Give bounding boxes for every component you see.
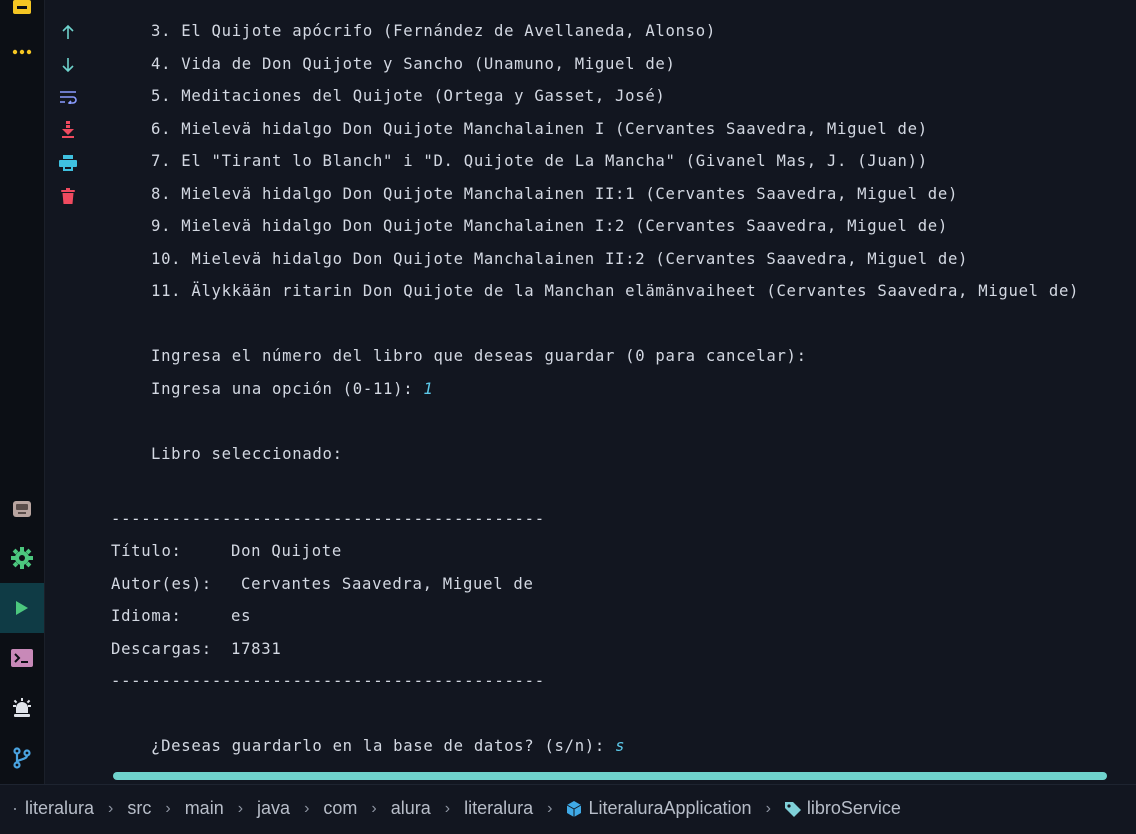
arrow-down-icon[interactable] [57, 54, 79, 76]
terminal-icon[interactable] [7, 643, 37, 673]
book-list-item: 4. Vida de Don Quijote y Sancho (Unamuno… [151, 55, 676, 73]
print-icon[interactable] [57, 152, 79, 174]
downloads-value: 17831 [231, 640, 282, 658]
scroll-to-end-icon[interactable] [57, 119, 79, 141]
chevron-right-icon: › [547, 799, 553, 817]
selected-book-header: Libro seleccionado: [151, 445, 343, 463]
breadcrumb-item[interactable]: libroService [806, 798, 902, 819]
breadcrumb-item[interactable]: com [322, 798, 358, 819]
breadcrumb-item[interactable]: LiteraluraApplication [587, 798, 752, 819]
language-label: Idioma: [111, 607, 182, 625]
author-row: Autor(es): Cervantes Saavedra, Miguel de [111, 573, 534, 595]
confirm-input: s [615, 737, 626, 755]
chevron-right-icon: › [237, 799, 244, 817]
console-toolbar [45, 0, 93, 784]
language-value: es [231, 607, 252, 625]
book-list-item: 10. Mielevä hidalgo Don Quijote Manchala… [151, 250, 969, 268]
option-prompt: Ingresa una opción (0-11): [151, 380, 424, 398]
settings-icon[interactable] [7, 543, 37, 573]
author-label: Autor(es): [111, 575, 212, 593]
breadcrumb: · literalura › src › main › java › com ›… [12, 798, 902, 819]
trash-icon[interactable] [57, 185, 79, 207]
soft-wrap-icon[interactable] [57, 86, 79, 108]
divider-bottom: ----------------------------------------… [111, 672, 545, 690]
book-list-item: 3. El Quijote apócrifo (Fernández de Ave… [151, 22, 716, 40]
option-prompt-line: Ingresa una opción (0-11): 1 [151, 378, 433, 400]
bookmark-icon[interactable] [7, 0, 37, 20]
breadcrumb-item[interactable]: java [256, 798, 291, 819]
book-list-item: 8. Mielevä hidalgo Don Quijote Manchalai… [151, 185, 959, 203]
field-tag-icon [784, 800, 802, 818]
book-list-item: 6. Mielevä hidalgo Don Quijote Manchalai… [151, 120, 928, 138]
console-output[interactable]: 3. El Quijote apócrifo (Fernández de Ave… [93, 0, 1133, 784]
downloads-row: Descargas: 17831 [111, 638, 281, 660]
book-list-item: 5. Meditaciones del Quijote (Ortega y Ga… [151, 87, 666, 105]
book-list-item: 9. Mielevä hidalgo Don Quijote Manchalai… [151, 217, 948, 235]
option-input: 1 [423, 380, 434, 398]
author-value: Cervantes Saavedra, Miguel de [241, 575, 534, 593]
language-row: Idioma: es [111, 605, 251, 627]
chevron-right-icon: › [304, 799, 310, 817]
title-value: Don Quijote [231, 542, 342, 560]
class-icon [565, 800, 583, 818]
title-label: Título: [111, 542, 182, 560]
tool-window-strip [0, 0, 45, 784]
confirm-prompt-line: ¿Deseas guardarlo en la base de datos? (… [151, 735, 625, 757]
divider-top: ----------------------------------------… [111, 510, 545, 528]
status-bar: · literalura › src › main › java › com ›… [0, 784, 1136, 834]
breadcrumb-item[interactable]: main [184, 798, 225, 819]
breadcrumb-item[interactable]: literalura [463, 798, 534, 819]
book-list-item: 7. El "Tirant lo Blanch" i "D. Quijote d… [151, 152, 928, 170]
chevron-right-icon: › [108, 799, 114, 817]
alarm-icon[interactable] [7, 693, 37, 723]
chevron-right-icon: › [165, 799, 171, 817]
downloads-label: Descargas: [111, 640, 212, 658]
book-list-item: 11. Älykkään ritarin Don Quijote de la M… [151, 282, 1080, 300]
breadcrumb-item[interactable]: literalura [24, 798, 95, 819]
chevron-right-icon: › [444, 799, 451, 817]
save-prompt: Ingresa el número del libro que deseas g… [151, 347, 807, 365]
confirm-prompt: ¿Deseas guardarlo en la base de datos? (… [151, 737, 616, 755]
run-icon[interactable] [0, 583, 44, 633]
arrow-up-icon[interactable] [57, 21, 79, 43]
breadcrumb-item[interactable]: src [126, 798, 152, 819]
bullet-icon: · [12, 798, 18, 818]
chevron-right-icon: › [765, 799, 771, 817]
horizontal-scrollbar[interactable] [113, 772, 1107, 780]
database-icon[interactable] [7, 494, 37, 524]
more-icon[interactable] [7, 37, 37, 67]
title-row: Título: Don Quijote [111, 540, 342, 562]
chevron-right-icon: › [371, 799, 377, 817]
breadcrumb-item[interactable]: alura [390, 798, 432, 819]
git-branch-icon[interactable] [7, 743, 37, 773]
